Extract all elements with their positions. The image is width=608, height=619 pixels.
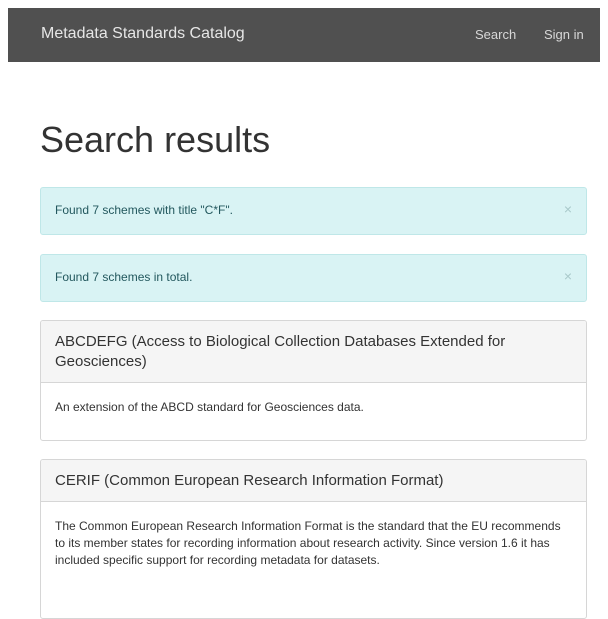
result-panel: ABCDEFG (Access to Biological Collection… <box>40 320 587 441</box>
result-title[interactable]: ABCDEFG (Access to Biological Collection… <box>41 321 586 383</box>
top-navbar: Metadata Standards Catalog Search Sign i… <box>8 8 600 62</box>
result-title[interactable]: CERIF (Common European Research Informat… <box>41 460 586 502</box>
alert-title-matches: Found 7 schemes with title "C*F". × <box>40 187 587 235</box>
brand-link[interactable]: Metadata Standards Catalog <box>41 25 245 43</box>
alert-text: Found 7 schemes in total. <box>55 270 193 284</box>
result-panel: CERIF (Common European Research Informat… <box>40 459 587 619</box>
alert-total-matches: Found 7 schemes in total. × <box>40 254 587 302</box>
close-icon[interactable]: × <box>564 268 572 284</box>
page-title: Search results <box>40 119 271 160</box>
alert-text: Found 7 schemes with title "C*F". <box>55 203 233 217</box>
nav-search-link[interactable]: Search <box>475 27 516 42</box>
result-description: The Common European Research Information… <box>55 519 561 567</box>
result-description: An extension of the ABCD standard for Ge… <box>55 400 364 414</box>
nav-signin-link[interactable]: Sign in <box>544 27 584 42</box>
close-icon[interactable]: × <box>564 201 572 217</box>
